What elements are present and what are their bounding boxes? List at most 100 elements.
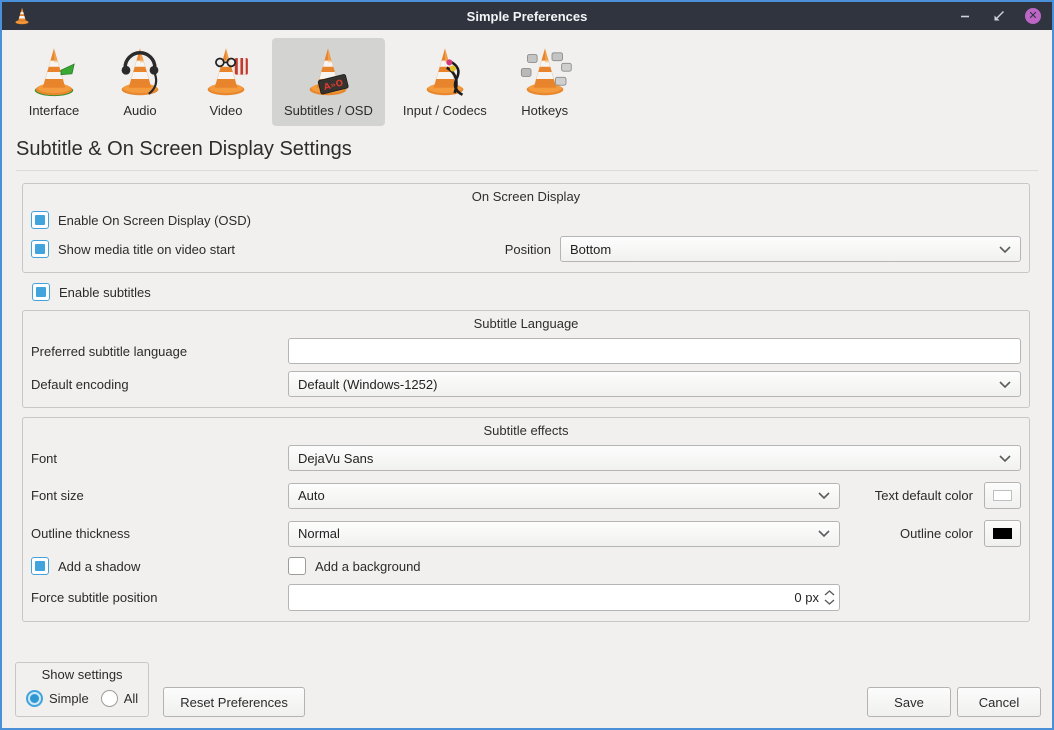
preferred-language-label: Preferred subtitle language: [31, 344, 288, 359]
show-settings-title: Show settings: [26, 667, 138, 682]
toolbar-item-label: Hotkeys: [521, 103, 568, 118]
cancel-button[interactable]: Cancel: [957, 687, 1041, 717]
show-media-title-checkbox-wrap[interactable]: Show media title on video start: [31, 240, 235, 258]
close-button[interactable]: ✕: [1024, 7, 1042, 25]
add-shadow-checkbox-wrap[interactable]: Add a shadow: [31, 557, 288, 575]
subtitles-osd-icon: A»O: [300, 44, 356, 100]
font-select-value: DejaVu Sans: [298, 451, 999, 466]
outline-thickness-row: Outline thickness Normal Outline color: [31, 520, 1021, 547]
chevron-down-icon: [999, 381, 1011, 388]
enable-osd-checkbox-wrap[interactable]: Enable On Screen Display (OSD): [31, 211, 251, 229]
add-shadow-checkbox[interactable]: [31, 557, 49, 575]
subtitle-language-group: Subtitle Language Preferred subtitle lan…: [22, 310, 1030, 408]
simple-radio-label: Simple: [49, 691, 89, 706]
add-background-label: Add a background: [315, 559, 421, 574]
add-background-checkbox-wrap[interactable]: Add a background: [288, 557, 421, 575]
force-position-value: 0 px: [794, 590, 819, 605]
preferred-language-row: Preferred subtitle language: [31, 338, 1021, 364]
video-icon: [198, 44, 254, 100]
outline-thickness-select-value: Normal: [298, 526, 818, 541]
font-select[interactable]: DejaVu Sans: [288, 445, 1021, 471]
chevron-down-icon: [818, 530, 830, 537]
enable-osd-row: Enable On Screen Display (OSD): [31, 211, 1021, 229]
reset-wrap: Reset Preferences: [163, 687, 305, 717]
subtitle-language-group-title: Subtitle Language: [31, 316, 1021, 331]
all-radio[interactable]: [101, 690, 118, 707]
force-position-row: Force subtitle position 0 px: [31, 584, 1021, 611]
simple-radio-wrap[interactable]: Simple: [26, 690, 89, 707]
save-button[interactable]: Save: [867, 687, 951, 717]
toolbar-item-label: Interface: [29, 103, 80, 118]
outline-color-label: Outline color: [900, 526, 973, 541]
all-radio-wrap[interactable]: All: [101, 690, 138, 707]
force-position-spinbox[interactable]: 0 px: [288, 584, 840, 611]
maximize-icon: [993, 10, 1005, 22]
default-encoding-select[interactable]: Default (Windows-1252): [288, 371, 1021, 397]
outline-color-button[interactable]: [984, 520, 1021, 547]
position-select-value: Bottom: [570, 242, 999, 257]
toolbar-item-interface[interactable]: Interface: [14, 38, 94, 126]
toolbar-item-subtitles-osd[interactable]: A»O Subtitles / OSD: [272, 38, 385, 126]
window-controls: ✕: [956, 7, 1042, 25]
toolbar-item-hotkeys[interactable]: Hotkeys: [505, 38, 585, 126]
minimize-icon: [960, 11, 970, 21]
font-size-select[interactable]: Auto: [288, 483, 840, 509]
force-position-label: Force subtitle position: [31, 590, 288, 605]
simple-radio[interactable]: [26, 690, 43, 707]
show-settings-radio-row: Simple All: [26, 690, 138, 707]
heading-divider: [16, 170, 1038, 171]
outline-thickness-select[interactable]: Normal: [288, 521, 840, 547]
maximize-button[interactable]: [990, 7, 1008, 25]
enable-subtitles-label: Enable subtitles: [59, 285, 151, 300]
enable-subtitles-checkbox[interactable]: [32, 283, 50, 301]
subtitle-effects-group-title: Subtitle effects: [31, 423, 1021, 438]
chevron-down-icon: [999, 455, 1011, 462]
toolbar-item-input-codecs[interactable]: Input / Codecs: [391, 38, 499, 126]
show-media-title-checkbox[interactable]: [31, 240, 49, 258]
font-row: Font DejaVu Sans: [31, 445, 1021, 471]
titlebar: Simple Preferences ✕: [2, 2, 1052, 30]
footer: Show settings Simple All Reset Preferenc…: [2, 662, 1052, 728]
toolbar-item-audio[interactable]: Audio: [100, 38, 180, 126]
window-title: Simple Preferences: [2, 9, 1052, 24]
text-color-swatch: [993, 490, 1012, 501]
reset-preferences-button[interactable]: Reset Preferences: [163, 687, 305, 717]
position-label: Position: [505, 242, 551, 257]
shadow-background-row: Add a shadow Add a background: [31, 557, 1021, 575]
chevron-down-icon: [818, 492, 830, 499]
all-radio-label: All: [124, 691, 138, 706]
close-icon: ✕: [1025, 8, 1041, 24]
text-default-color-button[interactable]: [984, 482, 1021, 509]
preferred-language-input[interactable]: [288, 338, 1021, 364]
titlebar-left: [12, 6, 32, 26]
outline-color-swatch: [993, 528, 1012, 539]
position-select[interactable]: Bottom: [560, 236, 1021, 262]
interface-icon: [26, 44, 82, 100]
audio-icon: [112, 44, 168, 100]
add-background-checkbox[interactable]: [288, 557, 306, 575]
default-encoding-select-value: Default (Windows-1252): [298, 377, 999, 392]
osd-group: On Screen Display Enable On Screen Displ…: [22, 183, 1030, 273]
font-size-label: Font size: [31, 488, 288, 503]
enable-osd-label: Enable On Screen Display (OSD): [58, 213, 251, 228]
osd-group-title: On Screen Display: [31, 189, 1021, 204]
toolbar-item-video[interactable]: Video: [186, 38, 266, 126]
input-codecs-icon: [417, 44, 473, 100]
text-default-color-label: Text default color: [875, 488, 973, 503]
subtitle-effects-group: Subtitle effects Font DejaVu Sans Font s…: [22, 417, 1030, 622]
enable-osd-checkbox[interactable]: [31, 211, 49, 229]
add-shadow-label: Add a shadow: [58, 559, 140, 574]
hotkeys-icon: [517, 44, 573, 100]
show-media-title-label: Show media title on video start: [58, 242, 235, 257]
default-encoding-label: Default encoding: [31, 377, 288, 392]
preferences-window: Simple Preferences ✕ Interfac: [0, 0, 1054, 730]
minimize-button[interactable]: [956, 7, 974, 25]
spin-down-icon[interactable]: [824, 599, 835, 605]
spin-arrows: [824, 590, 835, 605]
spin-up-icon[interactable]: [824, 590, 835, 596]
font-size-row: Font size Auto Text default color: [31, 482, 1021, 509]
chevron-down-icon: [999, 246, 1011, 253]
enable-subtitles-checkbox-wrap[interactable]: Enable subtitles: [32, 283, 1052, 301]
position-field: Position Bottom: [505, 236, 1021, 262]
default-encoding-row: Default encoding Default (Windows-1252): [31, 371, 1021, 397]
